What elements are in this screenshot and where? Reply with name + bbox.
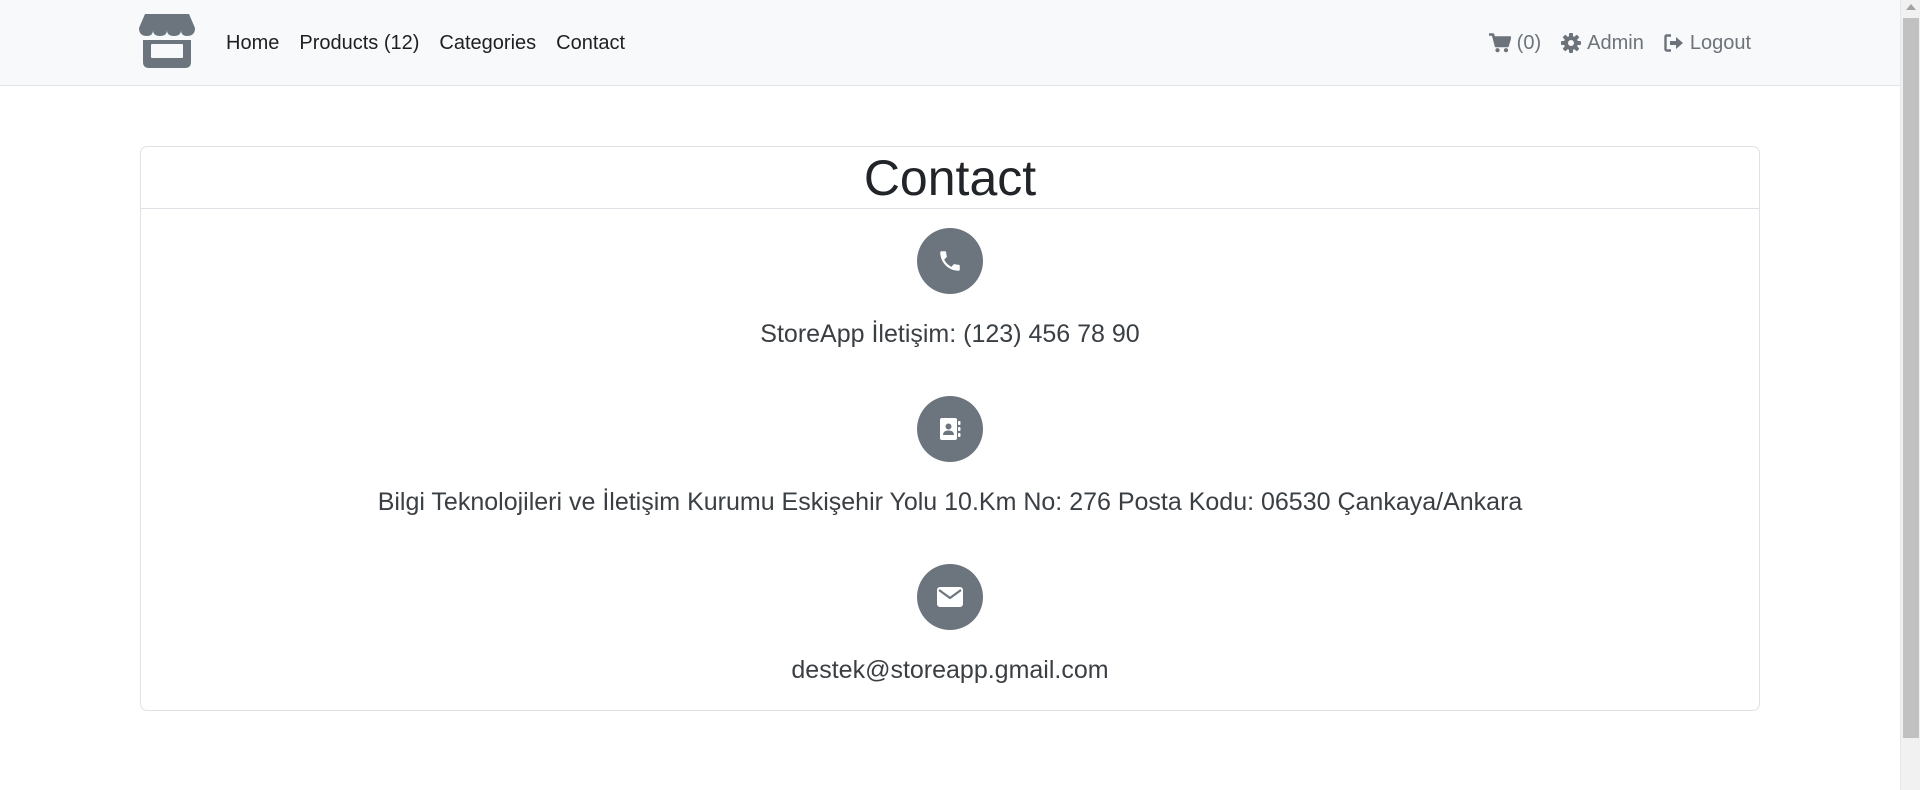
page-title: Contact [863,149,1037,206]
phone-icon [940,251,960,271]
email-circle [917,564,983,630]
cart-icon [1488,33,1511,53]
nav-home-link[interactable]: Home [226,32,279,55]
nav-contact-link[interactable]: Contact [556,32,625,55]
address-section: Bilgi Teknolojileri ve İletişim Kurumu E… [141,396,1759,517]
page-scrollbar[interactable] [1900,0,1920,790]
user-nav: (0) Admin Logout [1488,0,1751,86]
envelope-icon [937,587,963,607]
store-icon[interactable] [139,14,195,68]
card-header: Contact [141,147,1759,209]
nav-categories-link[interactable]: Categories [439,32,536,55]
cart-link[interactable]: (0) [1488,31,1542,55]
address-book-icon [940,418,961,440]
address-text: Bilgi Teknolojileri ve İletişim Kurumu E… [377,488,1523,516]
main-nav: Home Products (12) Categories Contact [226,0,625,86]
email-section: destek@storeapp.gmail.com [141,564,1759,685]
scroll-up-arrow-icon[interactable] [1906,4,1916,10]
gear-icon [1561,33,1582,53]
navbar: Home Products (12) Categories Contact (0… [0,0,1900,86]
scrollbar-thumb[interactable] [1903,18,1919,738]
cart-count: (0) [1516,31,1542,54]
email-text: destek@storeapp.gmail.com [791,656,1109,684]
phone-section: StoreApp İletişim: (123) 456 78 90 [141,228,1759,349]
phone-circle [917,228,983,294]
sign-out-icon [1664,34,1683,52]
address-circle [917,396,983,462]
logout-label: Logout [1689,31,1751,54]
nav-products-link[interactable]: Products (12) [299,32,419,55]
admin-label: Admin [1587,31,1644,54]
logout-link[interactable]: Logout [1664,32,1751,55]
phone-text: StoreApp İletişim: (123) 456 78 90 [760,320,1140,348]
admin-link[interactable]: Admin [1561,32,1644,55]
contact-card: Contact StoreApp İletişim: (123) 456 78 … [140,146,1760,711]
